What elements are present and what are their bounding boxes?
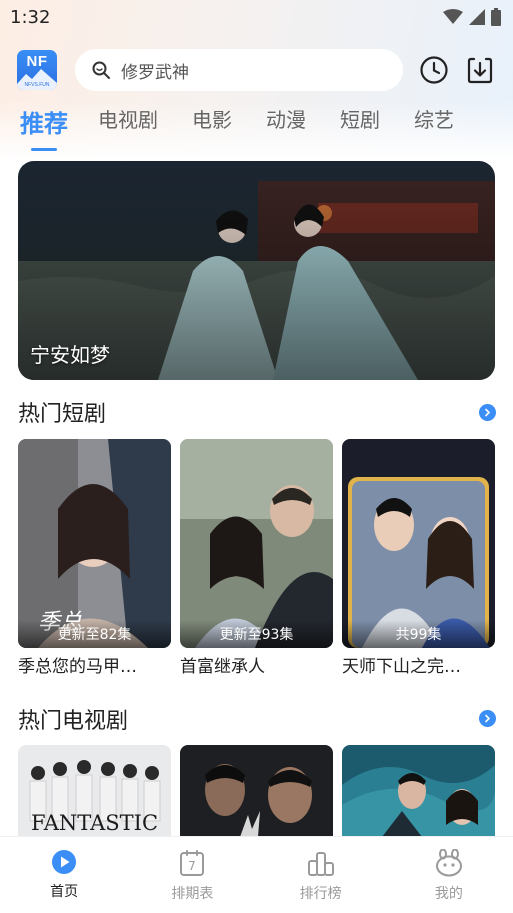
short-drama-more-button[interactable]	[479, 404, 496, 421]
status-bar: 1:32	[0, 0, 513, 34]
nav-label: 首页	[50, 884, 79, 900]
wifi-icon	[443, 9, 463, 24]
category-tabs: 推荐 电视剧 电影 动漫 短剧 综艺	[20, 104, 500, 148]
calendar-icon: 7	[180, 850, 205, 876]
tab-variety[interactable]: 综艺	[414, 104, 454, 133]
section-title-tv: 热门电视剧	[18, 709, 129, 734]
bottom-navigation: 首页 7 排期表 排行榜 我的	[0, 836, 513, 913]
card-title: 天师下山之完…	[342, 657, 461, 677]
app-header: NF NFVS.FUN 修罗武神	[17, 48, 497, 92]
card-poster: 共99集	[342, 439, 495, 648]
episode-badge: 更新至82集	[18, 620, 171, 648]
download-icon	[467, 57, 493, 84]
nav-schedule[interactable]: 7 排期表	[128, 837, 256, 913]
short-drama-card[interactable]: 更新至93集 首富继承人	[180, 439, 333, 677]
search-icon	[92, 61, 110, 79]
tv-card[interactable]	[180, 745, 333, 837]
card-title: 季总您的马甲…	[18, 657, 137, 677]
tv-more-button[interactable]	[479, 710, 496, 727]
short-drama-card[interactable]: 季总 更新至82集 季总您的马甲…	[18, 439, 171, 677]
profile-icon	[435, 849, 462, 877]
status-icons	[443, 8, 501, 26]
poster-image	[342, 439, 495, 648]
tab-short-drama[interactable]: 短剧	[340, 104, 380, 133]
banner-title: 宁安如梦	[30, 343, 110, 367]
battery-icon	[491, 8, 501, 26]
signal-icon	[469, 9, 485, 25]
chevron-right-icon	[485, 408, 491, 417]
card-title: 首富继承人	[180, 657, 265, 677]
tab-movie[interactable]: 电影	[192, 104, 232, 133]
download-button[interactable]	[465, 55, 495, 85]
svg-text:7: 7	[189, 859, 197, 873]
nav-label: 我的	[434, 886, 463, 902]
poster-image	[180, 745, 333, 837]
card-poster: 更新至93集	[180, 439, 333, 648]
tab-tv-series[interactable]: 电视剧	[98, 104, 158, 133]
featured-banner[interactable]: 宁安如梦	[18, 161, 495, 380]
tab-anime[interactable]: 动漫	[266, 104, 306, 133]
episode-badge: 共99集	[342, 620, 495, 648]
chevron-right-icon	[485, 714, 491, 723]
tab-recommend[interactable]: 推荐	[20, 104, 68, 139]
nav-home[interactable]: 首页	[0, 837, 128, 913]
poster-image	[342, 745, 495, 837]
episode-badge: 更新至93集	[180, 620, 333, 648]
nav-label: 排期表	[171, 886, 214, 902]
logo-subtext: NFVS.FUN	[24, 82, 50, 88]
poster-image	[180, 439, 333, 648]
nav-ranking[interactable]: 排行榜	[257, 837, 385, 913]
tv-card[interactable]	[342, 745, 495, 837]
card-poster: 季总 更新至82集	[18, 439, 171, 648]
nav-label: 排行榜	[299, 886, 342, 902]
short-drama-card[interactable]: 共99集 天师下山之完…	[342, 439, 495, 677]
poster-image: 季总	[18, 439, 171, 648]
nav-profile[interactable]: 我的	[385, 837, 513, 913]
tv-card[interactable]: FANTASTIC	[18, 745, 171, 837]
status-time: 1:32	[10, 6, 51, 28]
app-logo[interactable]: NF NFVS.FUN	[17, 50, 57, 90]
search-input[interactable]: 修罗武神	[75, 49, 403, 91]
play-icon	[52, 850, 77, 874]
ranking-icon	[307, 852, 334, 876]
clock-icon	[420, 56, 448, 84]
search-placeholder: 修罗武神	[121, 62, 189, 83]
section-title-short-drama: 热门短剧	[18, 402, 107, 427]
history-button[interactable]	[419, 55, 449, 85]
tv-poster-text: FANTASTIC	[30, 811, 159, 835]
